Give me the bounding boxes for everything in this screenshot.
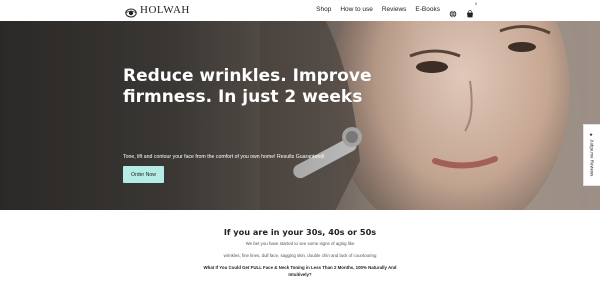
cart-icon[interactable]: 0 <box>466 2 477 18</box>
section-text-2: wrinkles, fine lines, dull face, sagging… <box>223 253 377 258</box>
hero-title: Reduce wrinkles. Improve firmness. In ju… <box>123 66 372 107</box>
nav-reviews[interactable]: Reviews <box>382 6 407 13</box>
logo[interactable]: HOLWAH <box>125 4 190 18</box>
order-now-button[interactable]: Order Now <box>123 166 164 183</box>
section-title: If you are in your 30s, 40s or 50s <box>223 227 377 237</box>
globe-icon[interactable] <box>449 5 457 18</box>
site-header: HOLWAH Shop How to use Reviews E-Books 0 <box>0 0 600 21</box>
nav-how-to-use[interactable]: How to use <box>340 6 373 13</box>
hero-banner: Reduce wrinkles. Improve firmness. In ju… <box>0 21 600 210</box>
cart-count: 0 <box>475 2 477 6</box>
reviews-side-tab[interactable]: ★ Judge.me Reviews <box>583 124 600 186</box>
main-nav: Shop How to use Reviews E-Books 0 <box>316 2 477 18</box>
logo-mark-icon <box>125 5 137 18</box>
aging-section: If you are in your 30s, 40s or 50s We be… <box>0 210 600 292</box>
hero-subtitle: Tone, lift and contour your face from th… <box>123 154 325 160</box>
logo-text: HOLWAH <box>140 4 190 16</box>
hero-overlay <box>0 21 600 210</box>
section-question: What If You Could Get FULL Face & Neck T… <box>203 265 397 277</box>
reviews-side-tab-label: ★ Judge.me Reviews <box>589 133 595 177</box>
nav-ebooks[interactable]: E-Books <box>415 6 440 13</box>
nav-shop[interactable]: Shop <box>316 6 331 13</box>
section-text-1: We bet you have started to see some sign… <box>245 241 355 246</box>
